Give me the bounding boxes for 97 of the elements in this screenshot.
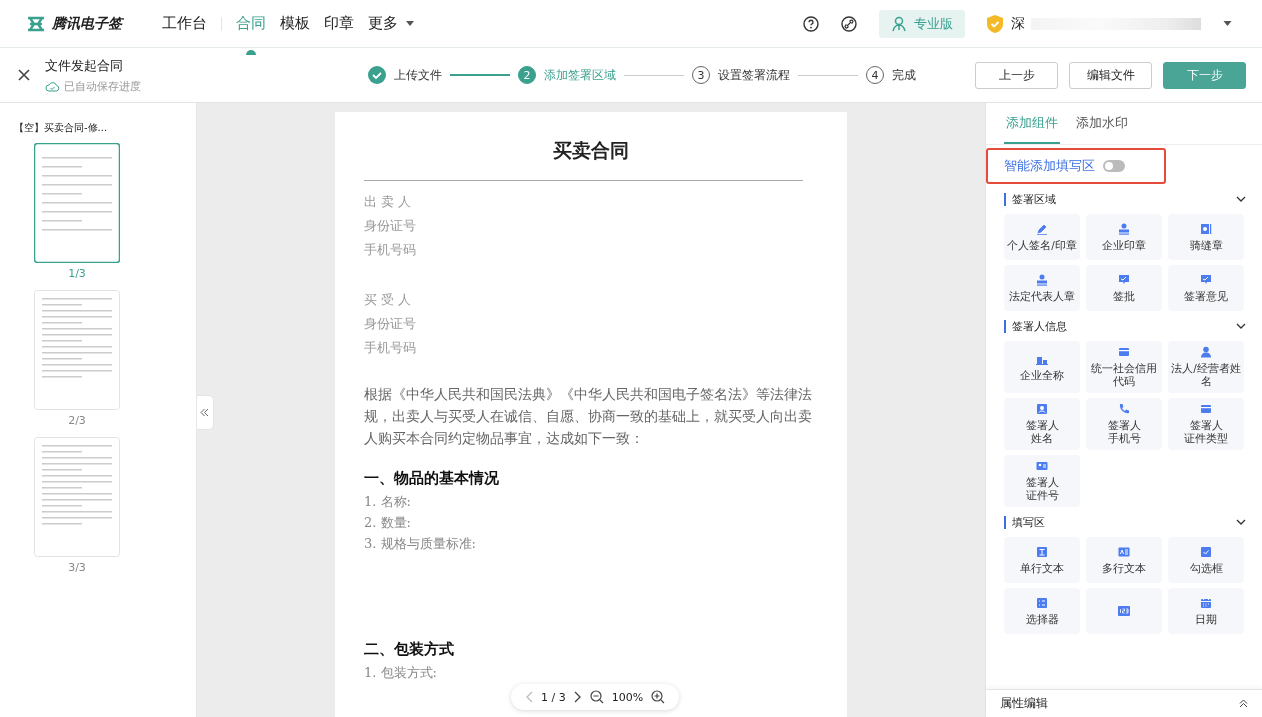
component-tile[interactable] (1086, 588, 1162, 634)
component-tile[interactable]: 单行文本 (1004, 537, 1080, 583)
nav-link[interactable]: 印章 (324, 14, 354, 33)
component-tile[interactable]: 签署人 手机号 (1086, 398, 1162, 450)
text-icon (1036, 545, 1048, 558)
component-tile[interactable]: 多行文本 (1086, 537, 1162, 583)
checkbox-icon (1200, 545, 1212, 558)
logo-text: 腾讯电子签 (52, 14, 122, 33)
step-label: 完成 (892, 66, 916, 84)
step-label: 上传文件 (394, 66, 442, 84)
component-tile[interactable]: 企业印章 (1086, 214, 1162, 260)
phone-icon (1118, 403, 1130, 415)
document-title: 买卖合同 (553, 138, 629, 163)
file-name: 【空】买卖合同-修... (14, 121, 108, 135)
party-field-label: 身份证号 (364, 315, 417, 333)
pen-icon (1036, 222, 1048, 235)
component-tile[interactable]: 签署意见 (1168, 265, 1244, 311)
more-menu[interactable]: 更多 (368, 14, 414, 33)
help-icon[interactable] (803, 15, 819, 32)
page-number[interactable]: 3/3 (68, 561, 86, 574)
comment-icon (1200, 273, 1212, 286)
component-tile[interactable]: 签批 (1086, 265, 1162, 311)
number-icon (1118, 605, 1130, 617)
clause-text: 1. 包装方式: (364, 664, 438, 682)
step-label: 设置签署流程 (718, 66, 790, 84)
account-name[interactable]: 深 (1011, 14, 1025, 33)
calendar-icon (1200, 596, 1212, 609)
group-title: 签署人信息 (1012, 319, 1067, 334)
zoom-level: 100% (611, 690, 644, 704)
clause-text: 1. 名称: (364, 493, 412, 511)
comment-icon (1118, 273, 1130, 286)
chevron-down-icon[interactable] (1236, 323, 1246, 330)
group-title: 签署区域 (1012, 192, 1056, 207)
card-icon (1118, 346, 1130, 358)
select-icon (1036, 596, 1048, 609)
component-tile[interactable]: 法人/经营者姓名 (1168, 341, 1244, 393)
component-tile[interactable]: 签署人 证件类型 (1168, 398, 1244, 450)
stamp-icon (1118, 222, 1130, 235)
chevron-down-icon[interactable] (1236, 196, 1246, 203)
property-editor-title: 属性编辑 (1000, 695, 1048, 712)
clause-text: 3. 规格与质量标准: (364, 535, 477, 553)
page-number[interactable]: 2/3 (68, 414, 86, 427)
seal-icon (1200, 222, 1212, 235)
component-tile[interactable]: 企业全称 (1004, 341, 1080, 393)
component-tile[interactable]: 勾选框 (1168, 537, 1244, 583)
toggle-switch[interactable] (1103, 160, 1125, 172)
component-tile[interactable]: 签署人 姓名 (1004, 398, 1080, 450)
section-heading: 二、包装方式 (364, 640, 455, 659)
group-title: 填写区 (1012, 515, 1045, 530)
idcard-icon (1036, 460, 1048, 472)
page-indicator: 1 / 3 (541, 690, 566, 704)
component-tile[interactable]: 日期 (1168, 588, 1244, 634)
double-chevron-left-icon (200, 408, 209, 417)
step-number: 2 (518, 66, 536, 84)
action-button[interactable]: 上一步 (975, 61, 1058, 89)
chevron-right-icon[interactable] (573, 691, 582, 703)
party-field-label: 手机号码 (364, 339, 417, 357)
smart-fill-label: 智能添加填写区 (1004, 157, 1095, 175)
component-tile[interactable]: 选择器 (1004, 588, 1080, 634)
double-chevron-up-icon[interactable] (1239, 699, 1248, 708)
nav-link[interactable]: 工作台 (162, 14, 207, 33)
card-icon (1200, 403, 1212, 415)
action-button[interactable]: 编辑文件 (1069, 61, 1152, 89)
active-indicator (246, 50, 256, 55)
component-tile[interactable]: 签署人 证件号 (1004, 455, 1080, 507)
shield-icon (987, 14, 1003, 33)
component-tile[interactable]: 法定代表人章 (1004, 265, 1080, 311)
caret-icon[interactable] (1223, 20, 1232, 27)
party-field-label: 出 卖 人 (364, 193, 413, 211)
component-tile[interactable]: 个人签名/印章 (1004, 214, 1080, 260)
link-icon[interactable] (841, 15, 857, 32)
component-tile[interactable]: 骑缝章 (1168, 214, 1244, 260)
party-field-label: 买 受 人 (364, 291, 413, 309)
close-icon[interactable] (18, 69, 30, 81)
chevron-down-icon[interactable] (1236, 519, 1246, 526)
person-icon (1200, 346, 1212, 358)
nav-link[interactable]: 模板 (280, 14, 310, 33)
logo-icon (26, 15, 46, 32)
intro-paragraph: 根据《中华人民共和国民法典》《中华人民共和国电子签名法》等法律法规，出卖人与买受人在诚信、自愿、协商一致的基础上，就买受人向出卖人购买本合同约定物品事宜，达成如下一致： (364, 385, 813, 448)
multitext-icon (1118, 545, 1130, 558)
zoom-out-icon[interactable] (589, 690, 604, 704)
stamp-icon (1036, 273, 1048, 286)
party-field-label: 身份证号 (364, 217, 417, 235)
party-field-label: 手机号码 (364, 241, 417, 259)
section-heading: 一、物品的基本情况 (364, 469, 500, 488)
caret-icon (406, 20, 414, 27)
panel-tab[interactable]: 添加水印 (1074, 103, 1130, 144)
step-label: 添加签署区域 (544, 66, 616, 84)
badge-icon (1036, 403, 1048, 415)
save-status: 已自动保存进度 (64, 78, 141, 94)
component-tile[interactable]: 统一社会信用代码 (1086, 341, 1162, 393)
clause-text: 2. 数量: (364, 514, 412, 532)
cloud-check-icon (45, 80, 60, 92)
page-thumbnail[interactable] (34, 143, 120, 263)
zoom-in-icon[interactable] (651, 690, 666, 704)
user-icon (891, 15, 907, 32)
page-title: 文件发起合同 (45, 56, 124, 75)
